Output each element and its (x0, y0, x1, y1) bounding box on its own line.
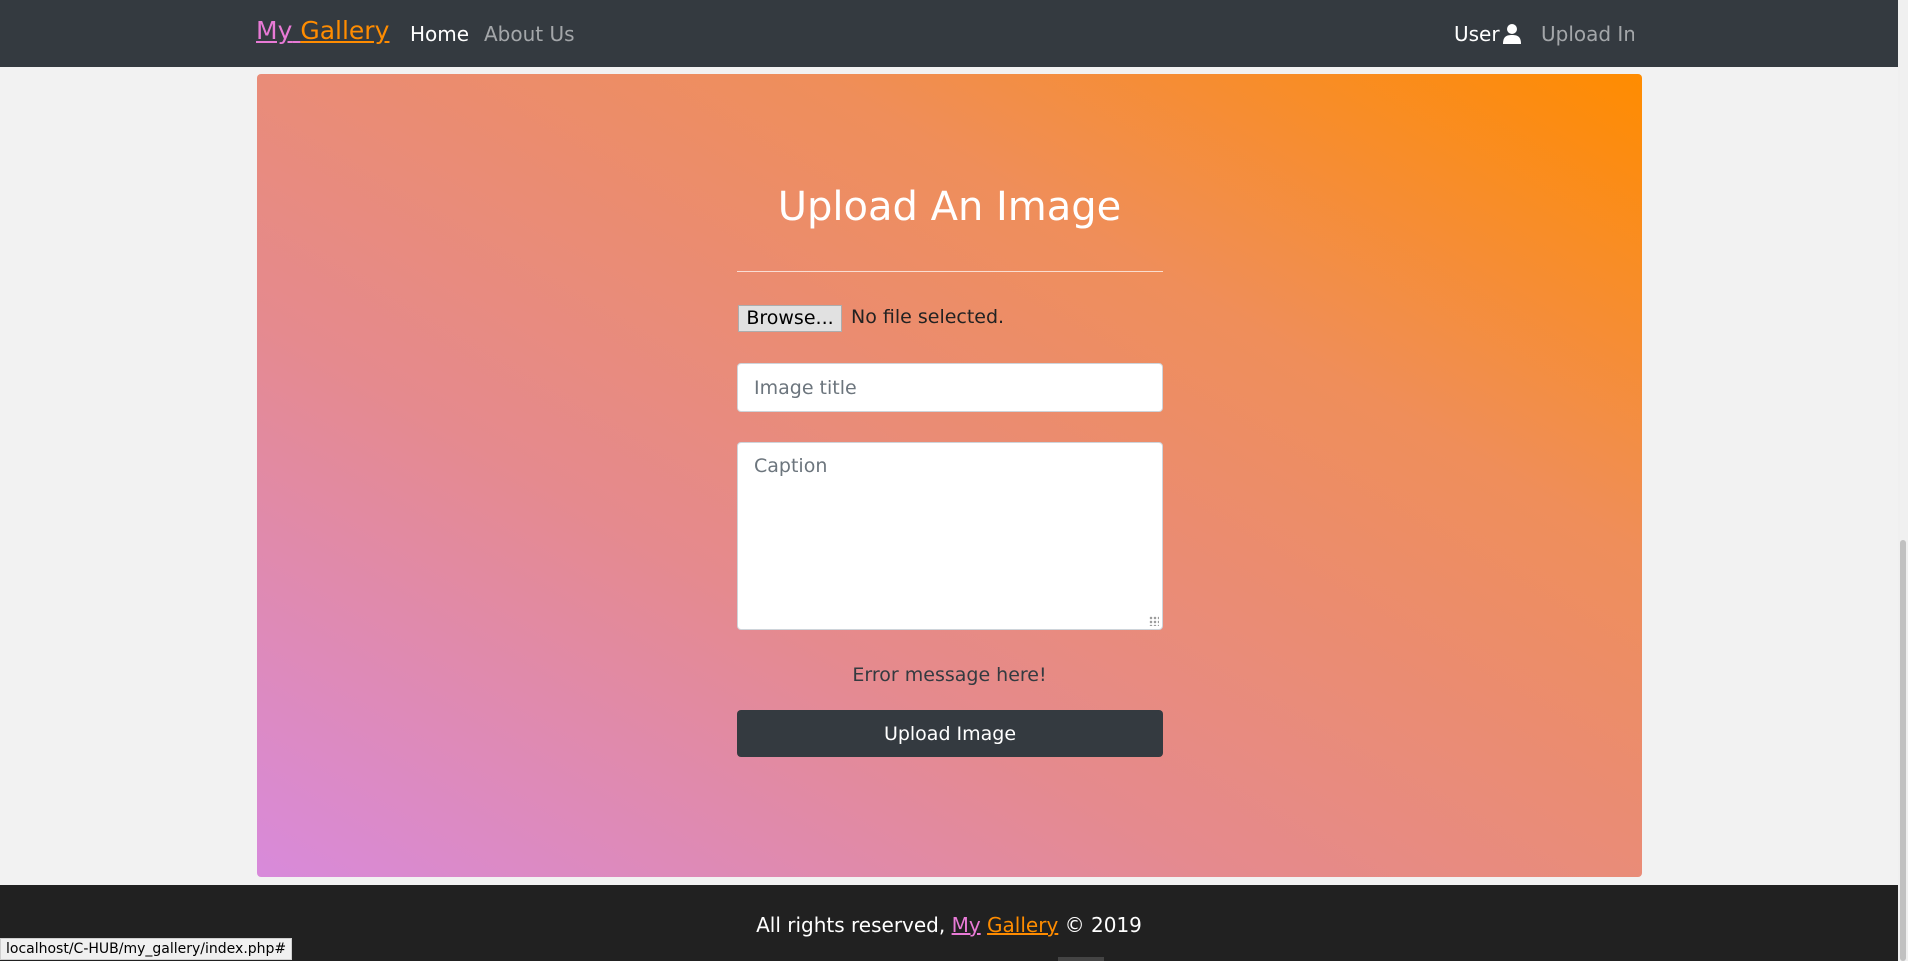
nav-about-link[interactable]: About Us (484, 22, 575, 46)
resize-grip-icon[interactable] (1149, 616, 1159, 626)
nav-user-link[interactable]: User (1454, 22, 1500, 46)
caption-textarea[interactable] (737, 442, 1163, 630)
top-navbar: My Gallery Home About Us User Upload Im (0, 0, 1898, 67)
footer-tab-decoration (1058, 957, 1104, 961)
upload-panel: Upload An Image Browse... No file select… (257, 74, 1642, 877)
footer-prefix: All rights reserved, (756, 913, 946, 937)
brand-part-my: My (256, 16, 293, 45)
image-title-input[interactable] (737, 363, 1163, 412)
error-message: Error message here! (852, 664, 1047, 686)
file-status-text: No file selected. (851, 306, 1005, 328)
page-scrollbar[interactable] (1898, 0, 1908, 961)
user-icon[interactable] (1503, 24, 1521, 44)
footer-copyright: © 2019 (1064, 913, 1142, 937)
title-divider (737, 271, 1163, 272)
footer-brand-link[interactable]: My Gallery (952, 913, 1059, 937)
browse-button[interactable]: Browse... (738, 305, 842, 332)
nav-home-link[interactable]: Home (410, 22, 469, 46)
footer-brand-my: My (951, 913, 981, 937)
footer-text: All rights reserved, My Gallery © 2019 (0, 913, 1898, 937)
brand-part-gallery: Gallery (300, 16, 390, 45)
nav-upload-link[interactable]: Upload Im (1541, 22, 1634, 46)
footer-brand-gallery: Gallery (987, 913, 1059, 937)
brand-logo-link[interactable]: My Gallery (256, 16, 389, 45)
scrollbar-thumb[interactable] (1900, 540, 1906, 961)
upload-image-button[interactable]: Upload Image (737, 710, 1163, 757)
browser-status-bar: localhost/C-HUB/my_gallery/index.php# (0, 938, 293, 960)
upload-title: Upload An Image (777, 184, 1122, 230)
